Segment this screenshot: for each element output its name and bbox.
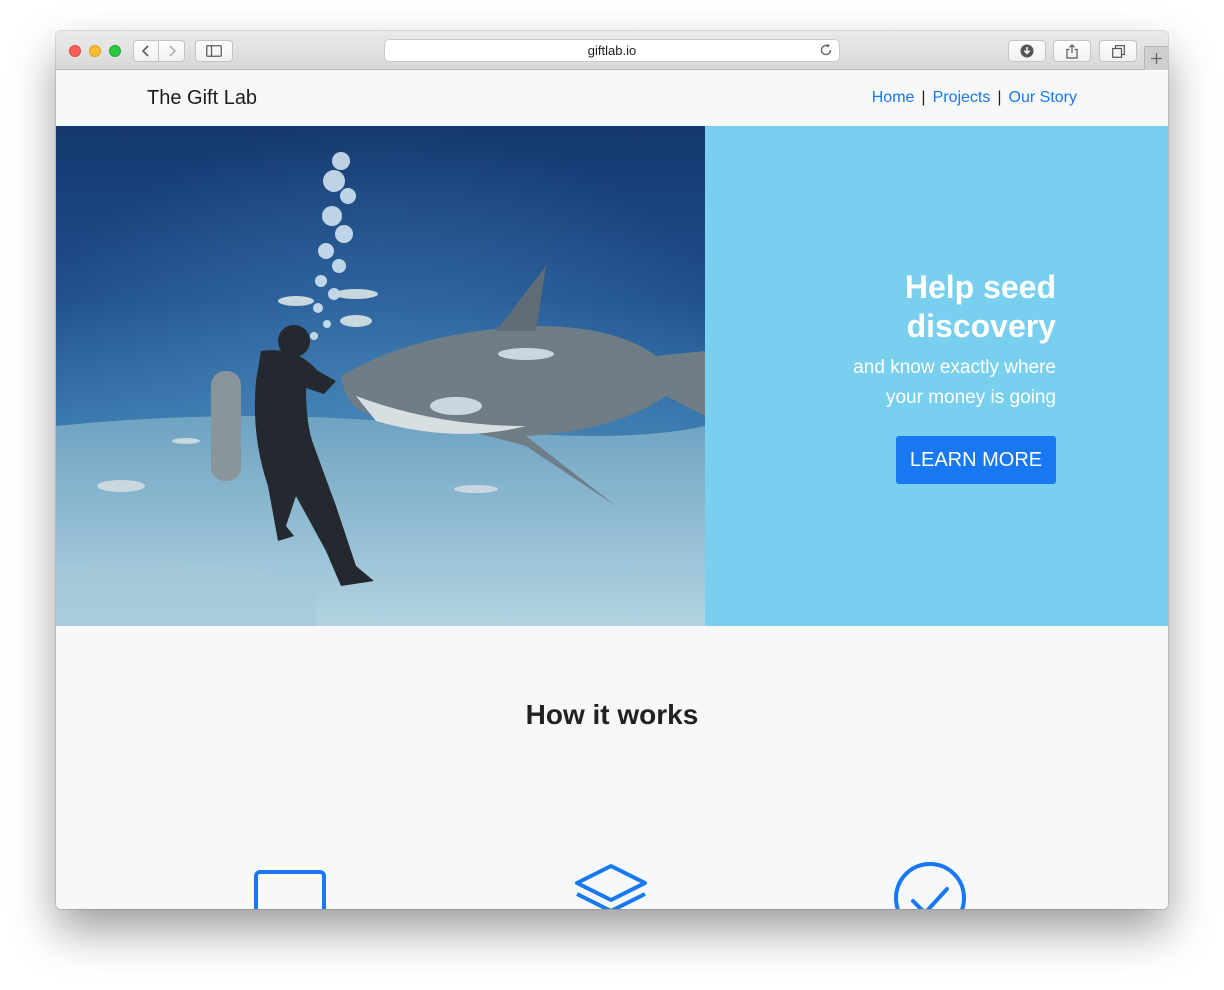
hero-image bbox=[56, 126, 705, 626]
reload-icon[interactable] bbox=[819, 43, 833, 57]
learn-more-button[interactable]: LEARN MORE bbox=[896, 436, 1056, 484]
nav-separator: | bbox=[921, 89, 926, 106]
downloads-button[interactable] bbox=[1008, 40, 1046, 62]
check-circle-icon bbox=[894, 862, 966, 909]
plus-icon bbox=[1151, 53, 1162, 64]
browser-window: giftlab.io The Gift Lab Home | Projects … bbox=[56, 31, 1168, 909]
share-icon bbox=[1066, 43, 1078, 59]
zoom-window-button[interactable] bbox=[109, 45, 121, 57]
site-brand[interactable]: The Gift Lab bbox=[147, 87, 257, 110]
url-text: giftlab.io bbox=[587, 43, 637, 58]
minimize-window-button[interactable] bbox=[89, 45, 101, 57]
hero-title: Help seed discovery bbox=[756, 268, 1056, 346]
square-icon bbox=[254, 870, 326, 909]
browser-toolbar: giftlab.io bbox=[56, 31, 1168, 70]
layers-icon bbox=[575, 864, 647, 909]
sidebar-icon bbox=[206, 45, 222, 57]
hero-title-line: Help seed bbox=[904, 269, 1056, 305]
download-icon bbox=[1020, 44, 1034, 58]
nav-links: Home | Projects | Our Story bbox=[872, 89, 1077, 107]
diver-shark-illustration bbox=[56, 126, 705, 626]
share-button[interactable] bbox=[1053, 40, 1091, 62]
hero-section: Help seed discovery and know exactly whe… bbox=[56, 126, 1168, 626]
nav-link-home[interactable]: Home bbox=[872, 89, 915, 107]
back-button[interactable] bbox=[133, 40, 159, 62]
nav-separator: | bbox=[997, 89, 1002, 106]
web-page: The Gift Lab Home | Projects | Our Story bbox=[56, 70, 1168, 909]
sidebar-button[interactable] bbox=[195, 40, 233, 62]
hero-subtitle-line: your money is going bbox=[885, 387, 1056, 408]
hero-panel: Help seed discovery and know exactly whe… bbox=[705, 126, 1168, 626]
hero-subtitle-line: and know exactly where bbox=[853, 357, 1056, 378]
forward-button[interactable] bbox=[159, 40, 185, 62]
site-navbar: The Gift Lab Home | Projects | Our Story bbox=[56, 70, 1168, 126]
tabs-overview-button[interactable] bbox=[1099, 40, 1137, 62]
hero-subtitle: and know exactly where your money is goi… bbox=[756, 353, 1056, 413]
chevron-right-icon bbox=[168, 45, 176, 57]
hero-title-line: discovery bbox=[906, 308, 1056, 344]
chevron-left-icon bbox=[141, 45, 149, 57]
nav-link-projects[interactable]: Projects bbox=[933, 89, 991, 107]
close-window-button[interactable] bbox=[69, 45, 81, 57]
nav-link-our-story[interactable]: Our Story bbox=[1009, 89, 1077, 107]
how-it-works-title: How it works bbox=[525, 699, 699, 730]
history-navigation bbox=[133, 40, 185, 62]
address-bar[interactable]: giftlab.io bbox=[384, 39, 840, 62]
new-tab-button[interactable] bbox=[1144, 46, 1168, 70]
tabs-icon bbox=[1111, 44, 1125, 58]
